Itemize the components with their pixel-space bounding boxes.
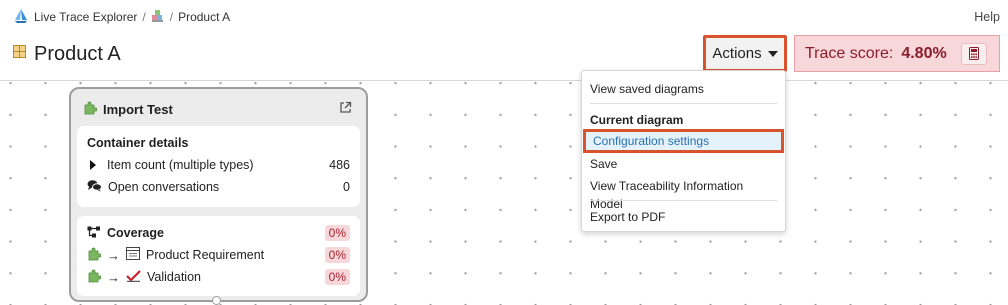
node-header: Import Test [83, 99, 352, 119]
arrow-right-icon: → [107, 247, 120, 263]
product-icon [13, 45, 26, 63]
open-conversations-label: Open conversations [108, 180, 220, 194]
document-icon [126, 247, 140, 263]
coverage-row-label: Validation [147, 270, 201, 284]
container-details-panel: Container details Item count (multiple t… [77, 126, 360, 207]
actions-menu: View saved diagrams Current diagram Conf… [581, 70, 786, 232]
help-link[interactable]: Help [974, 10, 1000, 24]
breadcrumb-separator: / [169, 10, 174, 24]
puzzle-icon [83, 101, 98, 118]
menu-separator [590, 200, 777, 201]
menu-item-view-saved-diagrams[interactable]: View saved diagrams [590, 80, 777, 98]
breadcrumb-current: Product A [178, 10, 231, 24]
caret-down-icon [767, 50, 778, 57]
external-link-icon[interactable] [339, 101, 352, 117]
item-count-label: Item count (multiple types) [107, 158, 254, 172]
diagram-node[interactable]: Import Test Container details Item count… [69, 87, 368, 302]
coverage-icon [87, 226, 101, 241]
coverage-percent-badge: 0% [324, 225, 350, 241]
title-row: Product A [13, 40, 121, 68]
actions-label: Actions [712, 45, 762, 62]
breadcrumb: Live Trace Explorer / / Product A [13, 8, 230, 26]
chevron-right-icon[interactable] [90, 160, 96, 170]
coverage-panel: Coverage 0% → Product Requirement 0% → V… [77, 216, 360, 296]
menu-separator [590, 103, 777, 104]
coverage-row[interactable]: → Product Requirement 0% [87, 244, 350, 266]
node-title: Import Test [103, 101, 173, 117]
conversation-icon [87, 179, 102, 195]
coverage-row-percent: 0% [324, 247, 350, 263]
folder-icon[interactable] [151, 9, 165, 26]
trace-score-label: Trace score: [805, 44, 894, 62]
puzzle-icon [87, 269, 102, 286]
open-conversations-row: Open conversations 0 [87, 176, 350, 198]
calculator-icon[interactable] [960, 42, 987, 65]
item-count-value: 486 [329, 158, 350, 172]
trace-score-value: 4.80% [901, 44, 947, 62]
breadcrumb-separator: / [142, 10, 146, 24]
menu-header-current-diagram: Current diagram [590, 113, 684, 127]
menu-item-export-to-pdf[interactable]: Export to PDF [590, 208, 777, 226]
logo-icon [13, 8, 29, 27]
open-conversations-value: 0 [343, 180, 350, 194]
node-connector-handle[interactable] [212, 296, 221, 305]
menu-item-configuration-settings[interactable]: Configuration settings [583, 129, 784, 153]
menu-item-view-traceability-information-model[interactable]: View Traceability Information Model [590, 177, 777, 211]
trace-score-badge: Trace score: 4.80% [794, 35, 1000, 72]
arrow-right-icon: → [107, 269, 120, 285]
puzzle-icon [87, 247, 102, 264]
menu-item-save[interactable]: Save [590, 155, 777, 173]
coverage-row-label: Product Requirement [146, 248, 265, 262]
page-title: Product A [34, 42, 121, 65]
container-details-heading: Container details [87, 136, 189, 150]
coverage-heading: Coverage [107, 226, 164, 240]
coverage-row[interactable]: → Validation 0% [87, 266, 350, 288]
actions-button[interactable]: Actions [703, 35, 787, 72]
item-count-row[interactable]: Item count (multiple types) 486 [87, 154, 350, 176]
coverage-row-percent: 0% [324, 269, 350, 285]
check-icon [126, 269, 141, 285]
breadcrumb-app-link[interactable]: Live Trace Explorer [34, 10, 137, 24]
